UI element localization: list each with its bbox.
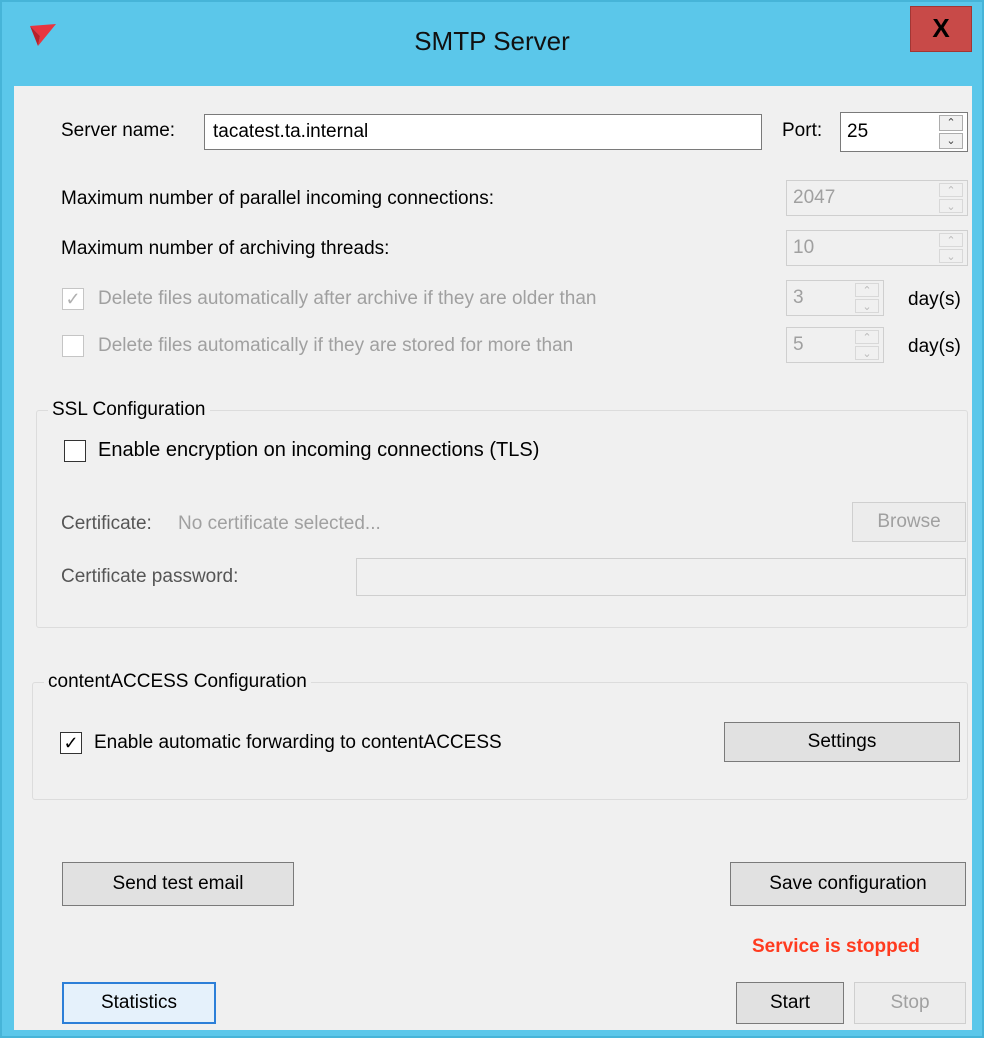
port-stepper[interactable]: 25 ⌃ ⌄ [840,112,968,152]
delete-after-archive-label: Delete files automatically after archive… [98,288,597,309]
delete-stored-label: Delete files automatically if they are s… [98,335,574,356]
delete-after-archive-days-stepper[interactable]: 3 ⌃ ⌄ [786,280,884,316]
enable-tls-label: Enable encryption on incoming connection… [98,439,540,461]
port-stepper-arrows[interactable]: ⌃ ⌄ [939,115,965,149]
settings-button[interactable]: Settings [724,722,960,762]
parallel-stepper-arrows[interactable]: ⌃ ⌄ [939,183,965,213]
title-bar[interactable]: SMTP Server X [2,2,982,86]
contentaccess-group-title: contentACCESS Configuration [44,671,311,693]
smtp-server-window: SMTP Server X Server name: tacatest.ta.i… [0,0,984,1038]
statistics-button[interactable]: Statistics [62,982,216,1024]
delete-stored-days-stepper[interactable]: 5 ⌃ ⌄ [786,327,884,363]
threads-stepper-arrows[interactable]: ⌃ ⌄ [939,233,965,263]
archiving-threads-value: 10 [793,237,815,258]
server-name-input[interactable]: tacatest.ta.internal [204,114,762,150]
parallel-connections-value: 2047 [793,187,836,208]
spin-down-icon[interactable]: ⌄ [855,346,879,360]
days-unit-label: day(s) [908,336,961,357]
checkmark-icon: ✓ [65,289,81,309]
service-status: Service is stopped [752,936,920,957]
certificate-label: Certificate: [61,513,152,534]
spin-up-icon[interactable]: ⌃ [939,233,963,247]
save-configuration-button[interactable]: Save configuration [730,862,966,906]
enable-tls-checkbox[interactable] [64,440,86,462]
server-name-label: Server name: [61,120,176,141]
spin-down-icon[interactable]: ⌄ [939,133,963,149]
spin-up-icon[interactable]: ⌃ [939,115,963,131]
close-button[interactable]: X [910,6,972,52]
stop-button[interactable]: Stop [854,982,966,1024]
window-title: SMTP Server [414,26,570,56]
spin-up-icon[interactable]: ⌃ [855,330,879,344]
enable-forwarding-label: Enable automatic forwarding to contentAC… [94,732,502,753]
parallel-connections-stepper[interactable]: 2047 ⌃ ⌄ [786,180,968,216]
start-button[interactable]: Start [736,982,844,1024]
spin-down-icon[interactable]: ⌄ [939,199,963,213]
certificate-value: No certificate selected... [178,513,381,534]
enable-forwarding-checkbox[interactable]: ✓ [60,732,82,754]
delete-stored-checkbox[interactable] [62,335,84,357]
delete-stored-days: 5 [793,334,804,355]
parallel-connections-label: Maximum number of parallel incoming conn… [61,188,494,209]
browse-button[interactable]: Browse [852,502,966,542]
client-area: Server name: tacatest.ta.internal Port: … [14,86,972,1030]
port-value: 25 [847,121,869,142]
days-unit-label: day(s) [908,289,961,310]
spin-up-icon[interactable]: ⌃ [939,183,963,197]
archiving-threads-label: Maximum number of archiving threads: [61,238,390,259]
certificate-password-label: Certificate password: [61,566,239,587]
delete-after-archive-days: 3 [793,287,804,308]
spin-down-icon[interactable]: ⌄ [939,249,963,263]
spin-up-icon[interactable]: ⌃ [855,283,879,297]
send-test-email-button[interactable]: Send test email [62,862,294,906]
delete-after-archive-checkbox[interactable]: ✓ [62,288,84,310]
spin-down-icon[interactable]: ⌄ [855,299,879,313]
certificate-password-input[interactable] [356,558,966,596]
archiving-threads-stepper[interactable]: 10 ⌃ ⌄ [786,230,968,266]
checkmark-icon: ✓ [63,733,79,753]
days-stepper-arrows[interactable]: ⌃ ⌄ [855,283,881,313]
port-label: Port: [782,120,823,141]
days-stepper-arrows[interactable]: ⌃ ⌄ [855,330,881,360]
ssl-group-title: SSL Configuration [48,399,210,421]
